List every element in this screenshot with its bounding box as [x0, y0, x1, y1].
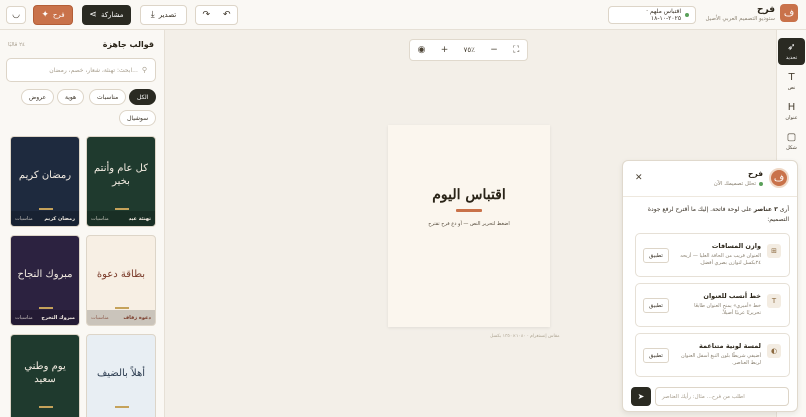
template-preview-text: مبروك النجاح	[17, 268, 73, 280]
template-tag: مناسبات	[15, 314, 33, 321]
brand-logo: ف	[780, 4, 798, 22]
template-ornament	[39, 307, 53, 309]
farah-assistant-button[interactable]: ✦ فرح	[33, 5, 73, 25]
suggestion-card: T خط أنسب للعنوان خط «أميري» يمنح العنوا…	[635, 283, 790, 327]
template-preview-text: يوم وطني سعيد	[24, 361, 66, 385]
template-card[interactable]: كل عام وأنتم بخير مناسبات تهنئة عيد	[86, 136, 156, 227]
layout-icon: ⊞	[767, 244, 781, 258]
apply-button[interactable]: تطبيق	[643, 248, 669, 263]
assistant-header: ف فرح تحلل تصميمك الآن ✕	[623, 161, 797, 197]
template-ornament	[39, 406, 53, 408]
redo-icon[interactable]: ↷	[202, 10, 210, 20]
apply-button[interactable]: تطبيق	[643, 298, 669, 313]
template-tag: مناسبات	[91, 215, 109, 222]
undo-icon[interactable]: ↶	[223, 10, 231, 20]
assistant-message: أرى ٣ عناصر على لوحة فاتحة. إليك ما أقتر…	[647, 206, 789, 223]
template-footer: مناسبات تهنئة عيد	[87, 211, 155, 226]
artboard-accent-line[interactable]	[456, 209, 482, 212]
suggestion-card: ◐ لمسة لونية متناغمة أضيفي شريطًا بلون ا…	[635, 333, 790, 377]
template-ornament	[115, 307, 129, 309]
send-icon: ➤	[637, 392, 645, 401]
fullscreen-icon[interactable]: ⛶	[513, 45, 519, 55]
zoom-out-icon[interactable]: −	[490, 45, 498, 55]
template-name: تهنئة عيد	[128, 215, 151, 222]
artboard-subtitle[interactable]: اضغط لتحرير النص — أو دع فرح تقترح	[388, 221, 550, 227]
brand-name: فرح	[757, 4, 775, 15]
filter-identity[interactable]: هوية	[57, 89, 85, 105]
templates-title: قوالب جاهزة	[102, 40, 154, 49]
template-search-input[interactable]: ابحث: تهنئة، شعار، خصم، رمضان... ⚲	[6, 58, 156, 82]
cursor-icon: ➶	[787, 41, 796, 53]
template-preview-text: أهلاً بالضيف	[96, 367, 146, 379]
apply-button[interactable]: تطبيق	[643, 348, 669, 363]
palette-icon: ◐	[767, 344, 781, 358]
template-preview-text: كل عام وأنتم بخير	[94, 163, 148, 187]
more-options-button[interactable]: ◡	[6, 6, 26, 24]
tool-select[interactable]: ➶ تحديد	[778, 38, 805, 65]
history-controls: ↷ ↶	[195, 5, 238, 25]
suggestion-card: ⊞ وازن المسافات العنوان قريب من الحافة ا…	[635, 233, 790, 277]
brand-subtitle: ستوديو التصميم العربي الأصيل	[705, 15, 775, 22]
filter-social[interactable]: سوشيال	[119, 110, 157, 126]
artboard-size-caption: مقاس إنستغرام · ١٠٨٠×١٣٥٠ بكسل	[490, 334, 560, 339]
zoom-in-icon[interactable]: +	[441, 45, 449, 55]
top-bar: ◡ ✦ فرح ⋖ مشاركة ⤓ تصدير ↷ ↶ اقتباس ملهم…	[0, 0, 806, 30]
template-preview-text: بطاقة دعوة	[96, 268, 146, 280]
share-button[interactable]: ⋖ مشاركة	[82, 5, 131, 25]
square-icon: ▢	[786, 131, 797, 143]
template-name: دعوة زفاف	[123, 314, 151, 321]
sparkle-icon: ✦	[41, 9, 49, 20]
filter-offers[interactable]: عروض	[21, 89, 55, 105]
template-ornament	[39, 208, 53, 210]
template-name: رمضان كريم	[44, 215, 75, 222]
heading-icon: H	[787, 101, 796, 113]
search-icon: ⚲	[141, 65, 147, 74]
assistant-status: تحلل تصميمك الآن	[714, 181, 763, 187]
text-icon: T	[788, 71, 795, 83]
assistant-avatar: ف	[769, 168, 789, 188]
close-icon[interactable]: ✕	[635, 173, 643, 183]
tool-heading[interactable]: H عنوان	[778, 98, 805, 125]
templates-panel: قوالب جاهزة ٢٤ قالبًا ابحث: تهنئة، شعار،…	[0, 30, 165, 417]
tray-icon: ◡	[12, 9, 20, 20]
template-name: مبروك التخرج	[41, 314, 75, 321]
send-button[interactable]: ➤	[631, 387, 651, 406]
template-footer: مناسبات مبروك التخرج	[11, 310, 79, 325]
assistant-name: فرح	[748, 169, 763, 178]
preview-eye-icon[interactable]: ◉	[418, 45, 426, 55]
canvas-toolbar: ◉ + ٧٥٪ − ⛶	[409, 39, 528, 61]
artboard[interactable]: اقتباس اليوم اضغط لتحرير النص — أو دع فر…	[388, 125, 550, 327]
document-title[interactable]: اقتباس ملهم · ٢٠٢٥-١٠-١٨	[608, 6, 696, 24]
zoom-level[interactable]: ٧٥٪	[464, 46, 475, 54]
template-ornament	[115, 406, 129, 408]
template-footer: مناسبات دعوة زفاف	[87, 310, 155, 325]
share-icon: ⋖	[89, 9, 97, 20]
template-card[interactable]: رمضان كريم مناسبات رمضان كريم	[10, 136, 80, 227]
font-icon: T	[767, 294, 781, 308]
download-icon: ⤓	[150, 9, 155, 20]
export-button[interactable]: ⤓ تصدير	[140, 5, 187, 25]
template-preview-text: رمضان كريم	[18, 169, 72, 181]
saved-status-dot	[685, 13, 689, 17]
template-card[interactable]: أهلاً بالضيف	[86, 334, 156, 417]
tool-text[interactable]: T نص	[778, 68, 805, 95]
assistant-input[interactable]: اطلب من فرح... مثال: رأيك العناصر	[655, 387, 789, 406]
template-card[interactable]: يوم وطني سعيد	[10, 334, 80, 417]
artboard-title[interactable]: اقتباس اليوم	[388, 187, 550, 203]
template-footer: مناسبات رمضان كريم	[11, 211, 79, 226]
template-card[interactable]: بطاقة دعوة مناسبات دعوة زفاف	[86, 235, 156, 326]
template-ornament	[115, 208, 129, 210]
online-dot	[759, 182, 763, 186]
filter-occasions[interactable]: مناسبات	[89, 89, 127, 105]
filter-all[interactable]: الكل	[129, 89, 157, 105]
template-card[interactable]: مبروك النجاح مناسبات مبروك التخرج	[10, 235, 80, 326]
tool-shape[interactable]: ▢ شكل	[778, 128, 805, 155]
template-tag: مناسبات	[15, 215, 33, 222]
templates-count: ٢٤ قالبًا	[8, 42, 25, 48]
brand: ف فرح ستوديو التصميم العربي الأصيل	[706, 4, 798, 22]
template-tag: مناسبات	[91, 314, 109, 321]
assistant-panel: ف فرح تحلل تصميمك الآن ✕ أرى ٣ عناصر على…	[622, 160, 798, 412]
